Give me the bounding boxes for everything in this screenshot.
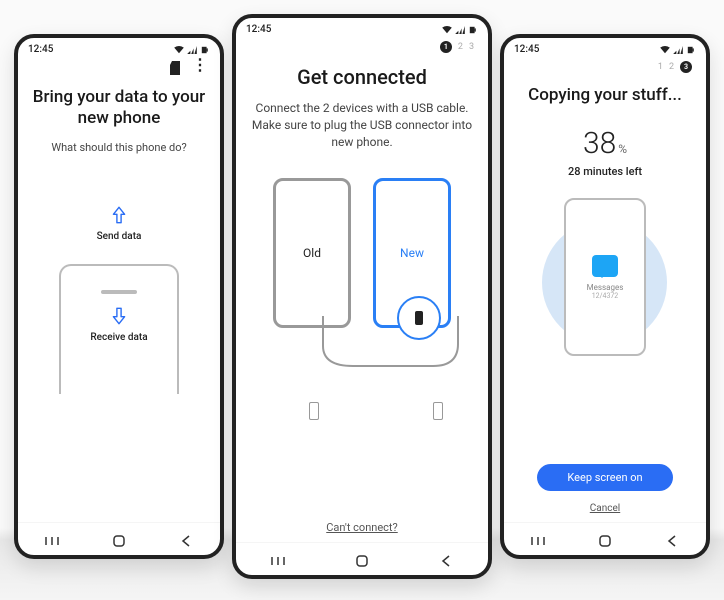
nav-bar bbox=[236, 542, 488, 575]
current-item-label: Messages bbox=[587, 283, 624, 292]
usb-plug-icon bbox=[309, 402, 319, 420]
two-phones-illustration: Old New bbox=[273, 178, 451, 328]
wifi-icon bbox=[660, 46, 670, 54]
nav-bar bbox=[504, 522, 706, 555]
step-3-active: 3 bbox=[680, 61, 692, 73]
status-bar: 12:45 bbox=[18, 38, 220, 57]
step-indicator: 1 2 3 bbox=[236, 37, 488, 57]
receive-data-option[interactable]: Receive data bbox=[90, 306, 147, 343]
status-icons bbox=[174, 46, 210, 54]
step-3: 3 bbox=[469, 42, 474, 52]
status-time: 12:45 bbox=[28, 44, 53, 55]
status-time: 12:45 bbox=[246, 24, 271, 35]
signal-icon bbox=[673, 46, 683, 54]
time-remaining: 28 minutes left bbox=[568, 165, 642, 178]
page-title: Get connected bbox=[297, 65, 427, 90]
old-phone-illustration: Old bbox=[273, 178, 351, 328]
receive-data-label: Receive data bbox=[90, 332, 147, 343]
battery-icon bbox=[468, 26, 478, 34]
nav-home[interactable] bbox=[592, 533, 618, 549]
nav-back[interactable] bbox=[659, 533, 685, 549]
arrow-down-icon bbox=[112, 306, 126, 326]
nav-back[interactable] bbox=[173, 533, 199, 549]
nav-recents[interactable] bbox=[265, 553, 291, 569]
page-subtitle: What should this phone do? bbox=[51, 140, 186, 155]
percent-value: 38 bbox=[583, 126, 616, 161]
send-data-option[interactable]: Send data bbox=[97, 205, 142, 242]
top-toolbar: ⋮ bbox=[18, 57, 220, 79]
nav-home[interactable] bbox=[349, 553, 375, 569]
nav-home[interactable] bbox=[106, 533, 132, 549]
send-data-label: Send data bbox=[97, 231, 142, 242]
page-subtitle: Connect the 2 devices with a USB cable. … bbox=[250, 100, 474, 150]
signal-icon bbox=[455, 26, 465, 34]
phone-left: 12:45 ⋮ Bring your data to your new phon… bbox=[14, 34, 224, 559]
status-icons bbox=[442, 26, 478, 34]
wifi-icon bbox=[442, 26, 452, 34]
usb-plug-icon bbox=[433, 402, 443, 420]
new-phone-label: New bbox=[400, 246, 424, 260]
usb-cable-icon bbox=[283, 316, 483, 376]
step-1: 1 bbox=[658, 62, 663, 72]
keep-screen-on-button[interactable]: Keep screen on bbox=[537, 464, 672, 491]
signal-icon bbox=[187, 46, 197, 54]
nav-back[interactable] bbox=[433, 553, 459, 569]
nav-recents[interactable] bbox=[525, 533, 551, 549]
old-phone-label: Old bbox=[303, 246, 321, 260]
phone-outline-icon: Messages 12/4372 bbox=[564, 198, 646, 356]
battery-icon bbox=[200, 46, 210, 54]
progress-illustration: Messages 12/4372 bbox=[564, 198, 646, 356]
phone-right: 12:45 1 2 3 Copying your stuff... 38 % 2… bbox=[500, 34, 710, 559]
current-item-count: 12/4372 bbox=[592, 292, 619, 300]
phone-illustration: Receive data bbox=[59, 264, 179, 394]
arrow-up-icon bbox=[112, 205, 126, 225]
cant-connect-link[interactable]: Can't connect? bbox=[236, 521, 488, 534]
status-time: 12:45 bbox=[514, 44, 539, 55]
wifi-icon bbox=[174, 46, 184, 54]
step-1-active: 1 bbox=[440, 41, 452, 53]
status-bar: 12:45 bbox=[236, 18, 488, 37]
step-2: 2 bbox=[669, 62, 674, 72]
messages-icon bbox=[592, 255, 618, 277]
progress-percent: 38 % bbox=[583, 126, 627, 161]
nav-bar bbox=[18, 522, 220, 555]
page-title: Copying your stuff... bbox=[528, 85, 682, 106]
nav-recents[interactable] bbox=[39, 533, 65, 549]
status-bar: 12:45 bbox=[504, 38, 706, 57]
cancel-link[interactable]: Cancel bbox=[590, 503, 620, 514]
step-indicator: 1 2 3 bbox=[504, 57, 706, 77]
battery-icon bbox=[686, 46, 696, 54]
phone-center: 12:45 1 2 3 Get connected Connect the 2 … bbox=[232, 14, 492, 579]
page-title: Bring your data to your new phone bbox=[32, 87, 206, 130]
menu-icon[interactable]: ⋮ bbox=[192, 61, 208, 75]
status-icons bbox=[660, 46, 696, 54]
sd-card-icon[interactable] bbox=[170, 61, 182, 75]
percent-symbol: % bbox=[618, 142, 627, 156]
step-2: 2 bbox=[458, 42, 463, 52]
